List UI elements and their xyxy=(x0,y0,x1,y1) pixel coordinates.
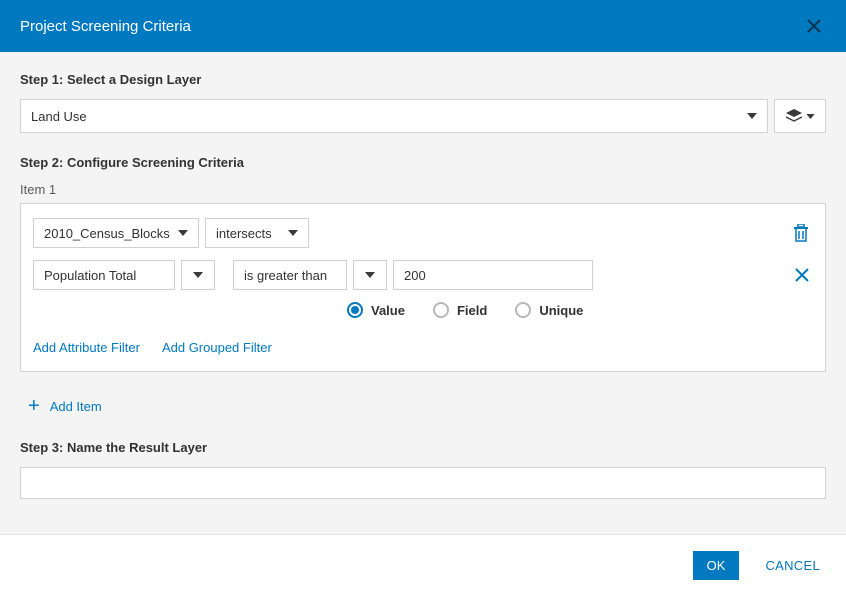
dialog-body: Step 1: Select a Design Layer Land Use S… xyxy=(0,52,846,534)
attribute-filter-row: Population Total is greater than xyxy=(33,260,813,290)
spatial-operator-select[interactable]: intersects xyxy=(205,218,309,248)
trash-icon xyxy=(793,224,809,242)
close-button[interactable] xyxy=(802,14,826,38)
attribute-operator-value: is greater than xyxy=(244,268,327,283)
source-layer-select[interactable]: 2010_Census_Blocks xyxy=(33,218,199,248)
radio-unique-label: Unique xyxy=(539,303,583,318)
add-grouped-filter-button[interactable]: Add Grouped Filter xyxy=(162,340,272,355)
criteria-panel: 2010_Census_Blocks intersects xyxy=(20,203,826,372)
attribute-operator-select[interactable]: is greater than xyxy=(233,260,347,290)
radio-value-label: Value xyxy=(371,303,405,318)
layer-options-button[interactable] xyxy=(774,99,826,133)
radio-value[interactable]: Value xyxy=(347,302,405,318)
attribute-field-dropdown[interactable] xyxy=(181,260,215,290)
design-layer-value: Land Use xyxy=(31,109,87,124)
plus-icon: + xyxy=(28,396,40,416)
radio-indicator xyxy=(515,302,531,318)
add-item-label: Add Item xyxy=(50,399,102,414)
add-item-row: + Add Item xyxy=(20,394,826,418)
chevron-down-icon xyxy=(193,272,203,278)
attribute-field-value: Population Total xyxy=(44,268,136,283)
chevron-down-icon xyxy=(288,230,298,236)
step3-label: Step 3: Name the Result Layer xyxy=(20,440,826,455)
chevron-down-icon xyxy=(806,114,815,119)
close-icon xyxy=(806,18,822,34)
dialog-footer: OK CANCEL xyxy=(0,534,846,596)
layers-icon xyxy=(786,109,802,123)
step2-label: Step 2: Configure Screening Criteria xyxy=(20,155,826,170)
radio-unique[interactable]: Unique xyxy=(515,302,583,318)
ok-button[interactable]: OK xyxy=(693,551,740,580)
cancel-button[interactable]: CANCEL xyxy=(765,558,820,573)
design-layer-select[interactable]: Land Use xyxy=(20,99,768,133)
attribute-value-input[interactable] xyxy=(393,260,593,290)
close-icon xyxy=(795,268,809,282)
dialog-title: Project Screening Criteria xyxy=(20,18,191,35)
attribute-operator-dropdown[interactable] xyxy=(353,260,387,290)
add-attribute-filter-button[interactable]: Add Attribute Filter xyxy=(33,340,140,355)
radio-field[interactable]: Field xyxy=(433,302,487,318)
add-item-button[interactable]: + Add Item xyxy=(28,396,102,416)
attribute-field-select[interactable]: Population Total xyxy=(33,260,175,290)
chevron-down-icon xyxy=(747,113,757,119)
value-type-radio-group: Value Field Unique xyxy=(33,302,813,318)
dialog-header: Project Screening Criteria xyxy=(0,0,846,52)
radio-field-label: Field xyxy=(457,303,487,318)
remove-filter-button[interactable] xyxy=(791,264,813,286)
chevron-down-icon xyxy=(178,230,188,236)
radio-indicator xyxy=(433,302,449,318)
item-1-label: Item 1 xyxy=(20,182,826,197)
delete-item-button[interactable] xyxy=(789,220,813,246)
chevron-down-icon xyxy=(365,272,375,278)
source-layer-value: 2010_Census_Blocks xyxy=(44,226,170,241)
filter-links-row: Add Attribute Filter Add Grouped Filter xyxy=(33,340,813,355)
step2-section: Step 2: Configure Screening Criteria Ite… xyxy=(20,155,826,372)
radio-indicator xyxy=(347,302,363,318)
spatial-filter-row: 2010_Census_Blocks intersects xyxy=(33,218,813,248)
dialog: Project Screening Criteria Step 1: Selec… xyxy=(0,0,846,596)
result-layer-name-input[interactable] xyxy=(20,467,826,499)
step1-section: Step 1: Select a Design Layer Land Use xyxy=(20,72,826,133)
step1-label: Step 1: Select a Design Layer xyxy=(20,72,826,87)
step3-section: Step 3: Name the Result Layer xyxy=(20,440,826,499)
spatial-operator-value: intersects xyxy=(216,226,272,241)
